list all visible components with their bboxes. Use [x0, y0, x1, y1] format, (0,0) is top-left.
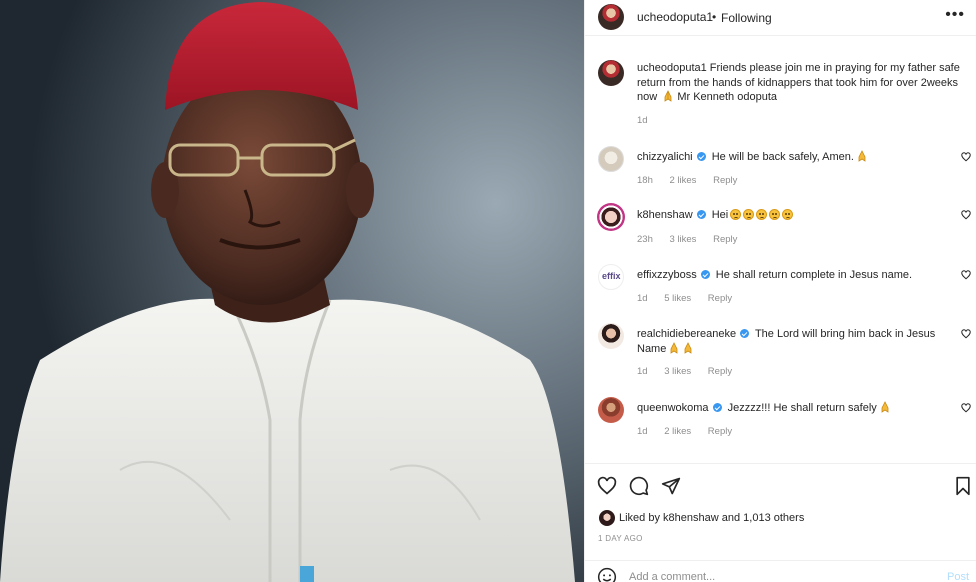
comment-text: He shall return complete in Jesus name.	[715, 269, 913, 281]
following-button[interactable]: Following	[721, 11, 772, 25]
reply-button[interactable]: Reply	[713, 234, 737, 245]
sad-emoji-icon	[782, 209, 794, 220]
comment-body: k8henshaw Hei	[637, 208, 949, 223]
post-header: ucheodoputa1 • Following •••	[585, 0, 976, 36]
post-actions: Liked by k8henshaw and 1,013 others 1 DA…	[585, 463, 976, 582]
heart-icon[interactable]	[961, 152, 971, 162]
avatar[interactable]: effix	[598, 264, 624, 290]
more-icon[interactable]: •••	[945, 6, 965, 24]
comment-time: 18h	[637, 175, 653, 186]
verified-icon	[700, 270, 710, 279]
caption-text: ucheodoputa1 Friends please join me in p…	[637, 61, 967, 105]
comment-text: Jezzzz!!! He shall return safely	[727, 402, 877, 414]
comment-username[interactable]: queenwokoma	[637, 402, 709, 414]
comment-likes[interactable]: 5 likes	[664, 293, 691, 304]
elderly-man-photo	[0, 0, 584, 582]
post-image	[0, 0, 584, 582]
comment-time: 23h	[637, 234, 653, 245]
post-comment-button[interactable]: Post	[947, 571, 969, 582]
post-panel: ucheodoputa1 • Following ••• ucheodoputa…	[584, 0, 976, 582]
avatar[interactable]	[598, 4, 624, 30]
comment-text: He will be back safely, Amen.	[711, 151, 854, 163]
comment-meta: 1d 3 likes Reply	[637, 366, 746, 377]
comment-time: 1d	[637, 426, 648, 437]
caption-username[interactable]: ucheodoputa1	[637, 62, 707, 74]
comment-text: Hei	[711, 209, 729, 221]
caption-timestamp: 1d	[637, 115, 648, 126]
comment-username[interactable]: chizzyalichi	[637, 151, 693, 163]
post-timestamp: 1 DAY AGO	[598, 534, 643, 543]
comment-likes[interactable]: 3 likes	[664, 366, 691, 377]
reply-button[interactable]: Reply	[713, 175, 737, 186]
heart-icon[interactable]	[961, 329, 971, 339]
pray-icon	[664, 90, 672, 102]
comment-likes[interactable]: 2 likes	[670, 175, 697, 186]
comment-username[interactable]: realchidiebereaneke	[637, 328, 736, 340]
likes-suffix[interactable]: and 1,013 others	[722, 512, 805, 524]
verified-icon	[696, 210, 706, 219]
comment-body: effixzzyboss He shall return complete in…	[637, 268, 949, 283]
sad-emoji-icon	[730, 209, 742, 220]
comment-time: 1d	[637, 366, 648, 377]
verified-icon	[712, 403, 722, 412]
reply-button[interactable]: Reply	[708, 366, 732, 377]
comment-time: 1d	[637, 293, 648, 304]
caption-suffix: Mr Kenneth odoputa	[677, 91, 777, 103]
avatar[interactable]	[597, 203, 625, 231]
share-icon[interactable]	[661, 476, 681, 496]
verified-icon	[740, 329, 750, 338]
likes-prefix: Liked by	[619, 512, 660, 524]
comment-likes[interactable]: 3 likes	[670, 234, 697, 245]
comment-meta: 1d 5 likes Reply	[637, 293, 746, 304]
heart-icon[interactable]	[961, 403, 971, 413]
avatar[interactable]	[599, 510, 615, 526]
likes-user[interactable]: k8henshaw	[663, 512, 719, 524]
pray-icon	[881, 401, 889, 413]
reply-button[interactable]: Reply	[708, 426, 732, 437]
heart-icon[interactable]	[961, 270, 971, 280]
comment-input[interactable]: Add a comment...	[629, 571, 715, 582]
comment-username[interactable]: k8henshaw	[637, 209, 693, 221]
comment-meta: 1d 2 likes Reply	[637, 426, 746, 437]
likes-text[interactable]: Liked by k8henshaw and 1,013 others	[619, 512, 804, 524]
reply-button[interactable]: Reply	[708, 293, 732, 304]
sad-emoji-icon	[743, 209, 755, 220]
avatar[interactable]	[598, 397, 624, 423]
sad-emoji-icon	[756, 209, 768, 220]
smile-icon[interactable]	[597, 567, 617, 582]
comment-body: realchidiebereaneke The Lord will bring …	[637, 327, 949, 356]
comment-meta: 23h 3 likes Reply	[637, 234, 751, 245]
avatar[interactable]	[598, 323, 624, 349]
heart-icon[interactable]	[597, 476, 617, 496]
heart-icon[interactable]	[961, 210, 971, 220]
separator-dot: •	[712, 10, 717, 24]
pray-icon	[670, 341, 678, 354]
pray-icon	[684, 341, 692, 354]
sad-emoji-icon	[769, 209, 781, 220]
add-comment-bar: Add a comment... Post	[585, 560, 976, 582]
avatar[interactable]	[598, 60, 624, 86]
comment-username[interactable]: effixzzyboss	[637, 269, 697, 281]
bookmark-icon[interactable]	[954, 476, 972, 496]
comment-icon[interactable]	[629, 476, 649, 496]
verified-icon	[696, 152, 706, 161]
comment-body: chizzyalichi He will be back safely, Ame…	[637, 150, 949, 165]
comment-meta: 18h 2 likes Reply	[637, 175, 751, 186]
comment-likes[interactable]: 2 likes	[664, 426, 691, 437]
comment-body: queenwokoma Jezzzz!!! He shall return sa…	[637, 401, 949, 416]
avatar-logo-text: effix	[602, 271, 621, 281]
avatar[interactable]	[598, 146, 624, 172]
post-author-username[interactable]: ucheodoputa1	[637, 10, 713, 24]
pray-icon	[858, 150, 866, 162]
